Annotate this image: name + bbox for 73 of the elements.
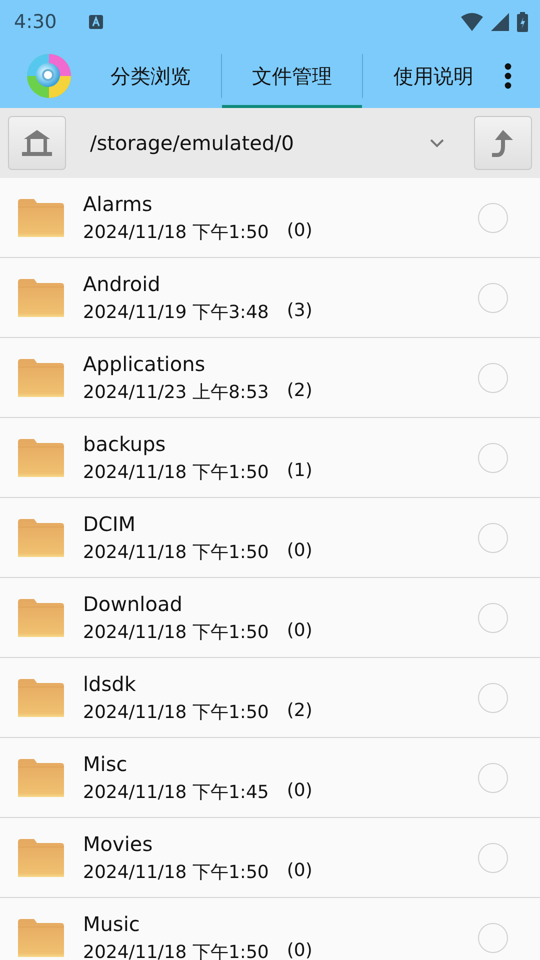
item-count: (2) [286,700,312,722]
file-name: ldsdk [83,672,137,696]
more-menu-icon[interactable] [504,63,512,89]
file-row[interactable]: ldsdk 2024/11/18 下午1:50 (2) [0,658,540,738]
wifi-icon [461,13,483,31]
select-checkbox[interactable] [478,682,508,712]
select-checkbox[interactable] [478,202,508,232]
folder-icon [18,838,64,876]
up-button[interactable] [474,116,532,170]
file-name: backups [83,432,167,456]
file-date: 2024/11/18 下午1:45 [83,780,269,804]
item-count: (0) [286,940,312,960]
file-date: 2024/11/18 下午1:50 [83,540,269,564]
file-date: 2024/11/18 下午1:50 [83,460,269,484]
file-date: 2024/11/23 上午8:53 [83,380,269,404]
item-count: (1) [286,460,312,482]
file-name: Misc [83,752,128,776]
select-checkbox[interactable] [478,282,508,312]
select-checkbox[interactable] [478,922,508,952]
file-date: 2024/11/18 下午1:50 [83,860,269,884]
file-row[interactable]: DCIM 2024/11/18 下午1:50 (0) [0,498,540,578]
item-count: (0) [286,540,312,562]
file-name: Android [83,272,162,296]
home-icon [22,129,52,157]
folder-icon [18,198,64,236]
chevron-down-icon [430,138,444,148]
file-row[interactable]: Alarms 2024/11/18 下午1:50 (0) [0,178,540,258]
file-name: Alarms [83,192,154,216]
file-row[interactable]: Download 2024/11/18 下午1:50 (0) [0,578,540,658]
select-checkbox[interactable] [478,842,508,872]
folder-icon [18,518,64,556]
select-checkbox[interactable] [478,762,508,792]
file-name: DCIM [83,512,137,536]
folder-icon [18,598,64,636]
folder-icon [18,918,64,956]
folder-icon [18,678,64,716]
folder-icon [18,438,64,476]
file-row[interactable]: Music 2024/11/18 下午1:50 (0) [0,898,540,960]
file-date: 2024/11/18 下午1:50 [83,940,269,960]
tab[interactable]: 使用说明 [363,47,504,108]
file-row[interactable]: backups 2024/11/18 下午1:50 (1) [0,418,540,498]
home-button[interactable] [8,116,66,170]
folder-icon [18,278,64,316]
file-date: 2024/11/19 下午3:48 [83,300,269,324]
file-row[interactable]: Android 2024/11/19 下午3:48 (3) [0,258,540,338]
tab[interactable]: 分类浏览 [80,47,221,108]
file-date: 2024/11/18 下午1:50 [83,700,269,724]
item-count: (0) [286,620,312,642]
file-row[interactable]: Movies 2024/11/18 下午1:50 (0) [0,818,540,898]
folder-icon [18,358,64,396]
battery-icon [517,12,528,32]
item-count: (0) [286,860,312,882]
file-row[interactable]: Misc 2024/11/18 下午1:45 (0) [0,738,540,818]
select-checkbox[interactable] [478,362,508,392]
file-date: 2024/11/18 下午1:50 [83,220,269,244]
file-name: Applications [83,352,206,376]
select-checkbox[interactable] [478,442,508,472]
select-checkbox[interactable] [478,602,508,632]
signal-icon [491,13,509,31]
status-time: 4:30 [14,11,57,33]
item-count: (0) [286,780,312,802]
file-row[interactable]: Applications 2024/11/23 上午8:53 (2) [0,338,540,418]
file-name: Music [83,912,141,936]
item-count: (0) [286,220,312,242]
file-name: Movies [83,832,154,856]
file-name: Download [83,592,184,616]
file-date: 2024/11/18 下午1:50 [83,620,269,644]
app-logo-icon [26,53,72,99]
folder-icon [18,758,64,796]
item-count: (2) [286,380,312,402]
keyboard-a-icon [88,15,103,29]
select-checkbox[interactable] [478,522,508,552]
item-count: (3) [286,300,312,322]
